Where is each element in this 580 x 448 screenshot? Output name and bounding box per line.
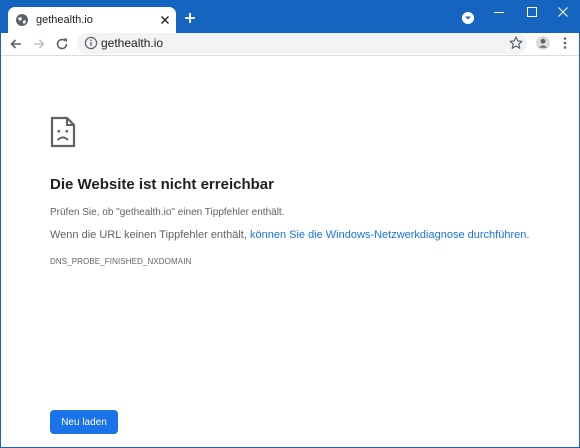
close-tab-icon[interactable] (158, 13, 172, 27)
toolbar: gethealth.io (1, 33, 579, 56)
maximize-icon[interactable] (516, 1, 548, 25)
address-url: gethealth.io (101, 36, 164, 50)
back-icon[interactable] (8, 36, 24, 52)
sad-document-icon (50, 116, 76, 148)
diagnostics-suffix: . (526, 229, 530, 241)
error-suggestion-typo: Prüfen Sie, ob "gethealth.io" einen Tipp… (50, 207, 285, 218)
error-code: DNS_PROBE_FINISHED_NXDOMAIN (50, 257, 192, 266)
profile-avatar-icon[interactable] (535, 35, 551, 51)
info-icon[interactable] (84, 36, 98, 50)
minimize-icon[interactable] (483, 1, 515, 25)
bookmark-star-icon[interactable] (508, 35, 524, 51)
error-page: Die Website ist nicht erreichbar Prüfen … (1, 56, 579, 447)
forward-icon[interactable] (31, 36, 47, 52)
tab-title: gethealth.io (36, 14, 93, 26)
tab-gethealth[interactable]: gethealth.io (8, 7, 176, 33)
close-window-icon[interactable] (547, 1, 579, 25)
diagnostics-prefix: Wenn die URL keinen Tippfehler enthält, (50, 229, 250, 241)
tab-search-icon[interactable] (460, 10, 476, 26)
error-heading: Die Website ist nicht erreichbar (50, 176, 274, 193)
menu-kebab-icon[interactable] (557, 35, 573, 51)
reload-button[interactable]: Neu laden (50, 410, 118, 434)
browser-window: gethealth.io gethealth.io Die Website is… (0, 0, 580, 448)
globe-icon (16, 14, 28, 26)
new-tab-icon[interactable] (182, 10, 198, 26)
title-bar: gethealth.io (1, 1, 579, 33)
network-diagnostics-link[interactable]: können Sie die Windows-Netzwerkdiagnose … (250, 229, 526, 241)
address-bar[interactable]: gethealth.io (77, 33, 527, 54)
error-suggestion-diagnostics: Wenn die URL keinen Tippfehler enthält, … (50, 229, 529, 241)
reload-icon[interactable] (54, 36, 70, 52)
